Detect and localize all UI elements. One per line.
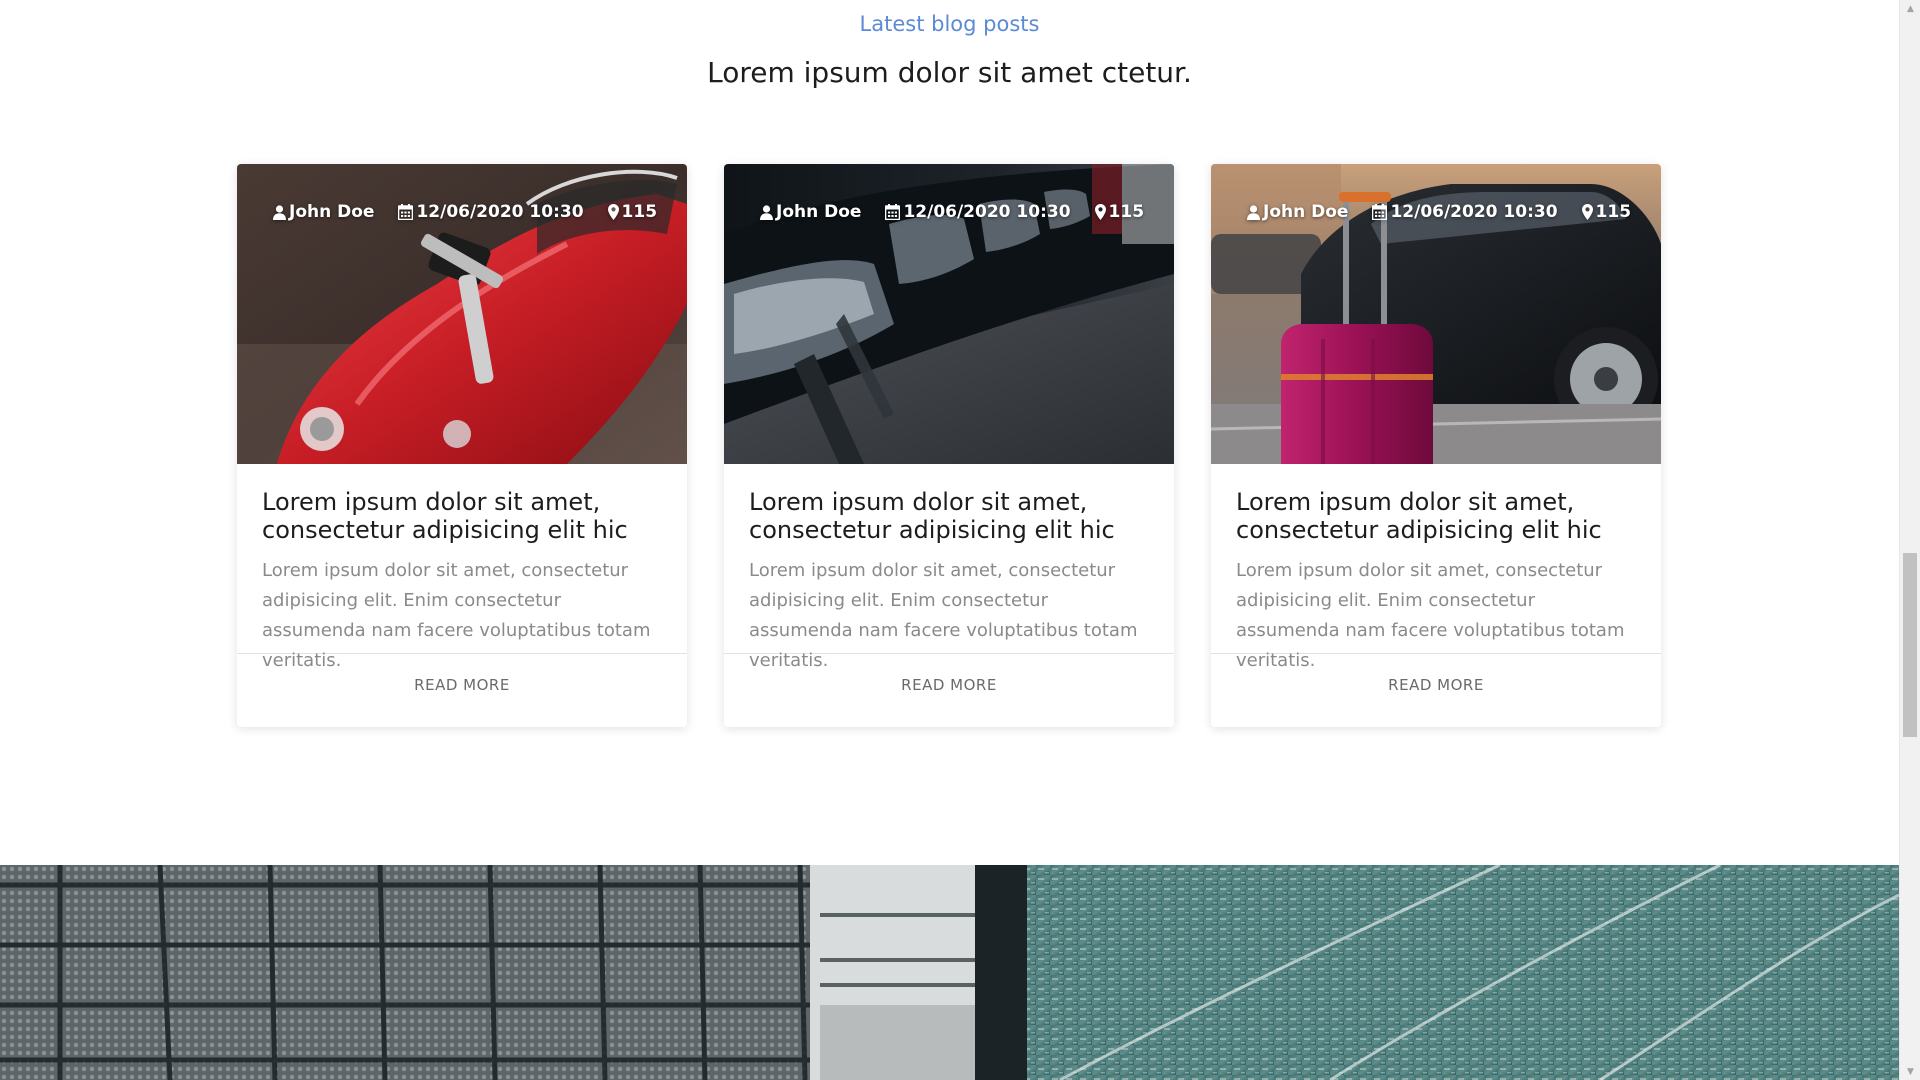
user-icon bbox=[273, 204, 286, 220]
calendar-icon bbox=[1372, 204, 1388, 220]
scroll-up-arrow-icon[interactable]: ▲ bbox=[1900, 0, 1920, 17]
section-title: Lorem ipsum dolor sit amet ctetur. bbox=[707, 56, 1192, 89]
blog-card-body: Lorem ipsum dolor sit amet, consectetur … bbox=[237, 464, 687, 671]
blog-section: Latest blog posts Lorem ipsum dolor sit … bbox=[0, 0, 1899, 1080]
blog-card-title[interactable]: Lorem ipsum dolor sit amet, consectetur … bbox=[749, 488, 1150, 544]
post-author-name: John Doe bbox=[289, 202, 375, 222]
post-location: 115 bbox=[1094, 202, 1145, 222]
post-date: 12/06/2020 10:30 bbox=[398, 202, 584, 222]
page: Latest blog posts Lorem ipsum dolor sit … bbox=[0, 0, 1920, 1080]
post-datetime: 12/06/2020 10:30 bbox=[416, 202, 584, 222]
post-meta: John Doe 12/06/2020 10:30 115 bbox=[760, 202, 1144, 222]
blog-card: John Doe 12/06/2020 10:30 115 Lorem ipsu… bbox=[724, 164, 1174, 727]
post-author-name: John Doe bbox=[776, 202, 862, 222]
post-datetime: 12/06/2020 10:30 bbox=[903, 202, 1071, 222]
blog-card-body: Lorem ipsum dolor sit amet, consectetur … bbox=[724, 464, 1174, 671]
post-meta: John Doe 12/06/2020 10:30 115 bbox=[1247, 202, 1631, 222]
post-location-count: 115 bbox=[621, 202, 658, 222]
blog-card-title[interactable]: Lorem ipsum dolor sit amet, consectetur … bbox=[262, 488, 663, 544]
banner-image bbox=[0, 865, 1899, 1080]
post-location: 115 bbox=[607, 202, 658, 222]
post-location-count: 115 bbox=[1108, 202, 1145, 222]
blog-card-list: John Doe 12/06/2020 10:30 115 Lorem ipsu… bbox=[237, 164, 1662, 729]
blog-card: John Doe 12/06/2020 10:30 115 Lorem ipsu… bbox=[1211, 164, 1661, 727]
vertical-scrollbar[interactable]: ▲ ▼ bbox=[1899, 0, 1920, 1080]
post-date: 12/06/2020 10:30 bbox=[885, 202, 1071, 222]
calendar-icon bbox=[398, 204, 414, 220]
blog-card: John Doe 12/06/2020 10:30 115 Lorem ipsu… bbox=[237, 164, 687, 727]
post-author: John Doe bbox=[1247, 202, 1348, 222]
post-author: John Doe bbox=[273, 202, 374, 222]
blog-card-image[interactable]: John Doe 12/06/2020 10:30 115 bbox=[237, 164, 687, 464]
scrollbar-thumb[interactable] bbox=[1903, 553, 1917, 737]
section-eyebrow: Latest blog posts bbox=[859, 12, 1040, 36]
map-marker-icon bbox=[607, 204, 619, 220]
post-location-count: 115 bbox=[1595, 202, 1632, 222]
scroll-down-arrow-icon[interactable]: ▼ bbox=[1900, 1063, 1920, 1080]
post-meta: John Doe 12/06/2020 10:30 115 bbox=[273, 202, 657, 222]
user-icon bbox=[1247, 204, 1260, 220]
blog-card-body: Lorem ipsum dolor sit amet, consectetur … bbox=[1211, 464, 1661, 671]
post-date: 12/06/2020 10:30 bbox=[1372, 202, 1558, 222]
architecture-and-track-photo bbox=[0, 865, 1899, 1080]
map-marker-icon bbox=[1581, 204, 1593, 220]
post-location: 115 bbox=[1581, 202, 1632, 222]
post-author: John Doe bbox=[760, 202, 861, 222]
blog-card-image[interactable]: John Doe 12/06/2020 10:30 115 bbox=[724, 164, 1174, 464]
post-datetime: 12/06/2020 10:30 bbox=[1390, 202, 1558, 222]
calendar-icon bbox=[885, 204, 901, 220]
blog-card-title[interactable]: Lorem ipsum dolor sit amet, consectetur … bbox=[1236, 488, 1637, 544]
map-marker-icon bbox=[1094, 204, 1106, 220]
user-icon bbox=[760, 204, 773, 220]
post-author-name: John Doe bbox=[1263, 202, 1349, 222]
blog-card-image[interactable]: John Doe 12/06/2020 10:30 115 bbox=[1211, 164, 1661, 464]
